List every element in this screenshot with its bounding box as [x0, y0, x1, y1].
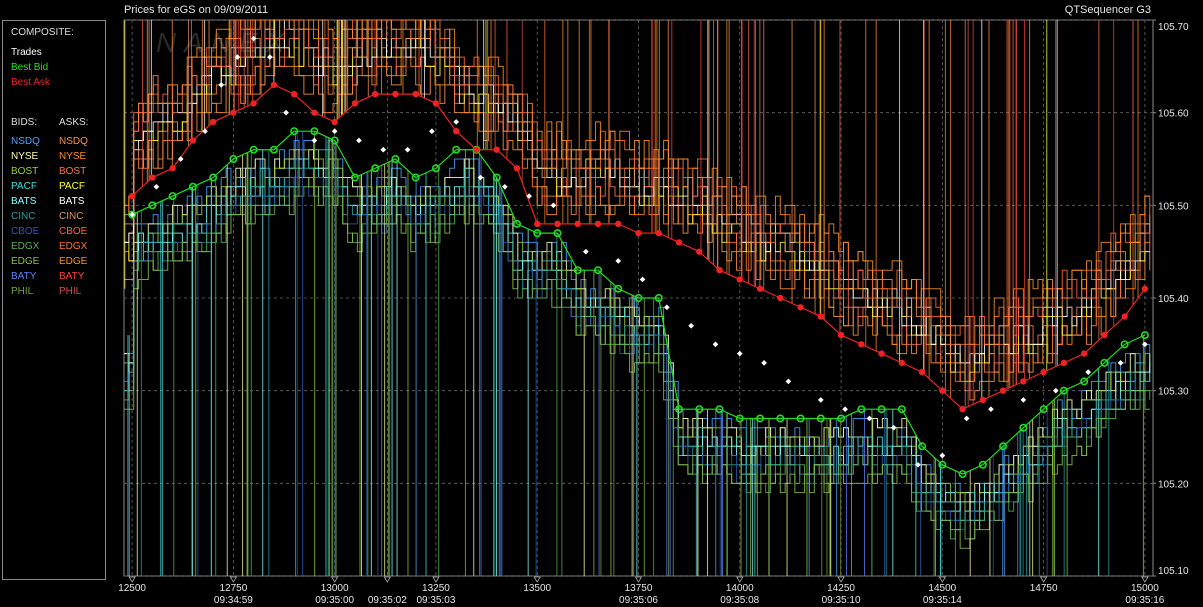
ask-point [817, 313, 825, 320]
x-tick-seq: 12500 [118, 583, 146, 594]
x-tick-time: 09:35:06 [619, 595, 658, 606]
ask-point [675, 239, 683, 246]
price-chart: NANEX 105.70105.60105.50105.40105.30105.… [118, 19, 1189, 606]
ask-point [149, 174, 156, 181]
ask-point [736, 276, 743, 283]
y-tick-label: 105.10 [1158, 566, 1189, 577]
ask-point [371, 90, 379, 98]
x-tick-marker [330, 576, 339, 583]
ask-point [797, 304, 804, 311]
x-tick-time: 09:35:08 [720, 595, 759, 606]
ask-point [635, 229, 642, 237]
x-tick-seq: 14500 [928, 583, 956, 594]
x-tick-seq: 13500 [523, 583, 551, 594]
ask-point [534, 220, 541, 228]
ask-point [128, 192, 136, 200]
ask-point [716, 267, 723, 274]
ask-point [290, 90, 298, 98]
ask-point [311, 109, 318, 116]
ask-point [898, 359, 906, 367]
x-tick-marker [736, 576, 744, 583]
x-tick-marker [432, 576, 440, 583]
x-tick-seq: 15000 [1131, 583, 1159, 594]
ask-point [331, 118, 338, 126]
x-tick-marker [1039, 576, 1048, 583]
x-tick-seq: 13250 [422, 583, 450, 594]
x-tick-marker [128, 576, 136, 583]
ask-point [918, 368, 926, 376]
ask-point [1141, 285, 1149, 292]
ask-point [615, 220, 622, 228]
y-tick-label: 105.20 [1158, 479, 1189, 490]
x-tick-marker [1141, 576, 1149, 583]
x-tick-marker [634, 576, 643, 583]
x-tick-seq: 13750 [625, 583, 653, 594]
y-tick-label: 105.30 [1158, 387, 1189, 398]
ask-point [837, 331, 845, 339]
x-tick-seq: 14000 [726, 583, 754, 594]
ask-point [209, 118, 217, 126]
ask-point [432, 100, 440, 107]
y-tick-label: 105.60 [1158, 109, 1189, 120]
x-tick-time: 09:35:02 [368, 595, 407, 606]
ask-point [777, 294, 784, 302]
ask-point [696, 248, 703, 255]
ask-point [939, 387, 946, 394]
x-tick-marker [837, 576, 845, 583]
ask-point [1101, 331, 1108, 339]
x-tick-time: 09:35:10 [822, 595, 861, 606]
x-tick-marker [533, 576, 541, 583]
ask-point [351, 100, 359, 107]
x-tick-time: 09:35:03 [416, 595, 455, 606]
ask-point [554, 220, 561, 228]
ask-point [169, 165, 176, 172]
ask-point [979, 396, 987, 404]
ask-point [959, 406, 966, 413]
ask-point [250, 100, 257, 107]
ask-point [270, 81, 278, 89]
y-tick-label: 105.40 [1158, 294, 1189, 305]
ask-point [878, 350, 885, 357]
x-tick-seq: 14750 [1030, 583, 1058, 594]
ask-point [412, 90, 419, 98]
x-tick-seq: 12750 [219, 583, 247, 594]
ask-point [1080, 350, 1088, 357]
ask-point [1040, 368, 1047, 376]
ask-point [1121, 313, 1128, 320]
ask-point [230, 109, 237, 116]
ask-point [189, 137, 197, 144]
ask-point [452, 128, 460, 135]
x-tick-time: 09:34:59 [214, 595, 253, 606]
y-tick-label: 105.70 [1158, 22, 1189, 33]
y-axis: 105.70 105.60 105.50 105.40 105.30 105.20 105.… [1153, 19, 1189, 577]
ask-point [594, 220, 602, 228]
x-tick-marker [229, 576, 238, 583]
ask-point [513, 165, 521, 172]
x-tick-seq: 13000 [321, 583, 349, 594]
ask-point [473, 146, 480, 153]
ask-point [493, 146, 500, 153]
x-tick-time: 09:35:00 [315, 595, 354, 606]
ask-point [392, 90, 399, 98]
x-tick-marker [938, 576, 947, 583]
ask-point [1060, 359, 1068, 367]
watermark: NANEX [156, 27, 292, 58]
ask-point [574, 220, 581, 228]
ask-point [999, 387, 1007, 394]
x-tick-marker [383, 576, 392, 583]
ask-point [655, 229, 662, 237]
x-axis: 12500 1275009:34:59 1300009:35:00 09:35:02 1… [118, 576, 1165, 606]
x-tick-seq: 14250 [827, 583, 855, 594]
x-tick-time: 09:35:14 [923, 595, 962, 606]
x-tick-time: 09:35:16 [1125, 595, 1164, 606]
y-tick-label: 105.50 [1158, 201, 1189, 212]
ask-point [858, 341, 865, 348]
ask-point [1020, 378, 1027, 385]
ask-point [756, 285, 764, 292]
